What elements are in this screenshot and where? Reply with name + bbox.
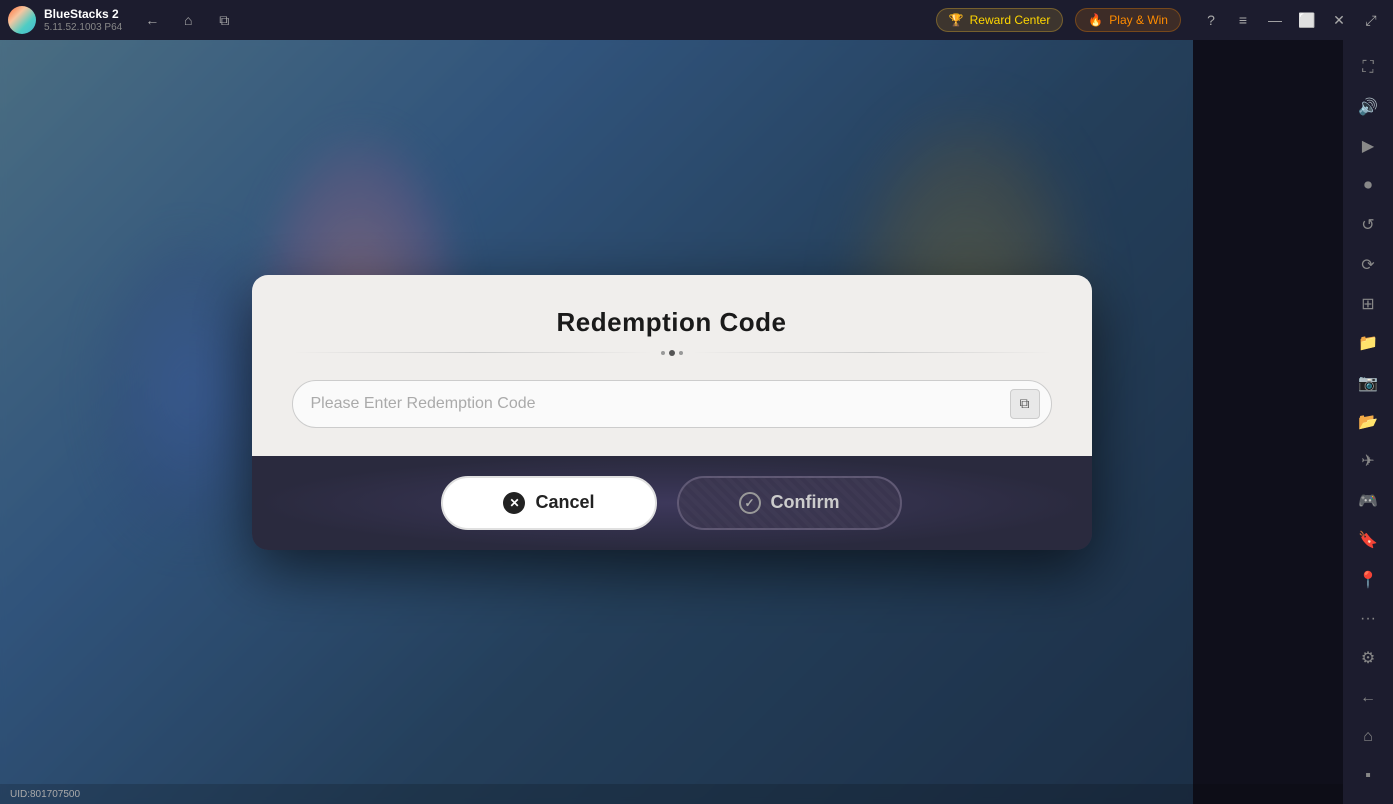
back-icon[interactable]: ←: [1350, 680, 1386, 715]
dialog-title: Redemption Code: [292, 307, 1052, 338]
paste-icon: ⧉: [1020, 395, 1030, 412]
expand-button[interactable]: ⤢: [1357, 6, 1385, 34]
gamepad-icon[interactable]: 🎮: [1350, 483, 1386, 518]
confirm-button[interactable]: ✓ Confirm: [677, 476, 902, 530]
titlebar: BlueStacks 2 5.11.52.1003 P64 ← ⌂ ⧉ 🏆 Re…: [0, 0, 1393, 40]
folder-icon[interactable]: 📂: [1350, 404, 1386, 439]
rotation-icon[interactable]: ⟳: [1350, 247, 1386, 282]
app-logo: [8, 6, 36, 34]
code-input-wrapper: ⧉: [292, 380, 1052, 428]
close-button[interactable]: ✕: [1325, 6, 1353, 34]
titlebar-center: 🏆 Reward Center 🔥 Play & Win: [936, 8, 1181, 32]
confirm-check-icon: ✓: [739, 492, 761, 514]
paste-button[interactable]: ⧉: [1010, 389, 1040, 419]
tabs-button[interactable]: ⧉: [210, 6, 238, 34]
maximize-button[interactable]: ⬜: [1293, 6, 1321, 34]
airplane-mode-icon[interactable]: ✈: [1350, 444, 1386, 479]
home-icon[interactable]: ⌂: [1350, 719, 1386, 754]
redemption-dialog: Redemption Code ⧉: [252, 275, 1092, 550]
redemption-code-input[interactable]: [292, 380, 1052, 428]
record-icon[interactable]: ⏺: [1350, 168, 1386, 203]
cancel-button[interactable]: ✕ Cancel: [441, 476, 656, 530]
divider-line-left: [292, 352, 653, 353]
help-button[interactable]: ?: [1197, 6, 1225, 34]
divider-line-right: [691, 352, 1052, 353]
app-version: 5.11.52.1003 P64: [44, 22, 122, 33]
right-sidebar: ⛶ 🔊 ▶ ⏺ ↺ ⟳ ⊞ 📁 📷 📂 ✈ 🎮 🔖 📍 ··· ⚙ ← ⌂ ▪: [1343, 40, 1393, 804]
layers-icon[interactable]: ▪: [1350, 759, 1386, 794]
menu-button[interactable]: ≡: [1229, 6, 1257, 34]
divider-dot-3: [679, 351, 683, 355]
refresh-icon[interactable]: ↺: [1350, 208, 1386, 243]
home-button[interactable]: ⌂: [174, 6, 202, 34]
fullscreen-icon[interactable]: ⛶: [1350, 50, 1386, 85]
play-win-icon: 🔥: [1088, 13, 1103, 27]
volume-icon[interactable]: 🔊: [1350, 89, 1386, 124]
settings-gear-icon[interactable]: ⚙: [1350, 641, 1386, 676]
dialog-top: Redemption Code ⧉: [252, 275, 1092, 456]
app-name: BlueStacks 2: [44, 7, 122, 21]
divider-dot-2: [669, 350, 675, 356]
bookmark-icon[interactable]: 🔖: [1350, 523, 1386, 558]
modal-overlay: Redemption Code ⧉: [0, 40, 1343, 784]
more-options-icon[interactable]: ···: [1350, 601, 1386, 636]
back-button[interactable]: ←: [138, 6, 166, 34]
cancel-x-icon: ✕: [503, 492, 525, 514]
reward-center-label: Reward Center: [970, 13, 1051, 27]
minimize-button[interactable]: —: [1261, 6, 1289, 34]
play-win-button[interactable]: 🔥 Play & Win: [1075, 8, 1181, 32]
dialog-title-section: Redemption Code: [292, 307, 1052, 356]
dialog-bottom: ✕ Cancel ✓ Confirm: [252, 456, 1092, 550]
location-icon[interactable]: 📍: [1350, 562, 1386, 597]
dialog-divider: [292, 350, 1052, 356]
reward-center-button[interactable]: 🏆 Reward Center: [936, 8, 1064, 32]
divider-dot-1: [661, 351, 665, 355]
cancel-label: Cancel: [535, 492, 594, 513]
titlebar-nav: ← ⌂ ⧉: [138, 6, 238, 34]
reward-fire-icon: 🏆: [949, 13, 964, 27]
media-manager-icon[interactable]: 📁: [1350, 326, 1386, 361]
confirm-label: Confirm: [771, 492, 840, 513]
screenshot-icon[interactable]: 📷: [1350, 365, 1386, 400]
play-win-label: Play & Win: [1109, 13, 1168, 27]
divider-dots: [661, 350, 683, 356]
video-icon[interactable]: ▶: [1350, 129, 1386, 164]
app-info: BlueStacks 2 5.11.52.1003 P64: [44, 7, 122, 32]
apps-icon[interactable]: ⊞: [1350, 286, 1386, 321]
bottom-status-bar: UID:801707500: [0, 784, 1343, 804]
uid-display: UID:801707500: [10, 789, 80, 800]
titlebar-controls: ? ≡ — ⬜ ✕ ⤢: [1197, 6, 1385, 34]
